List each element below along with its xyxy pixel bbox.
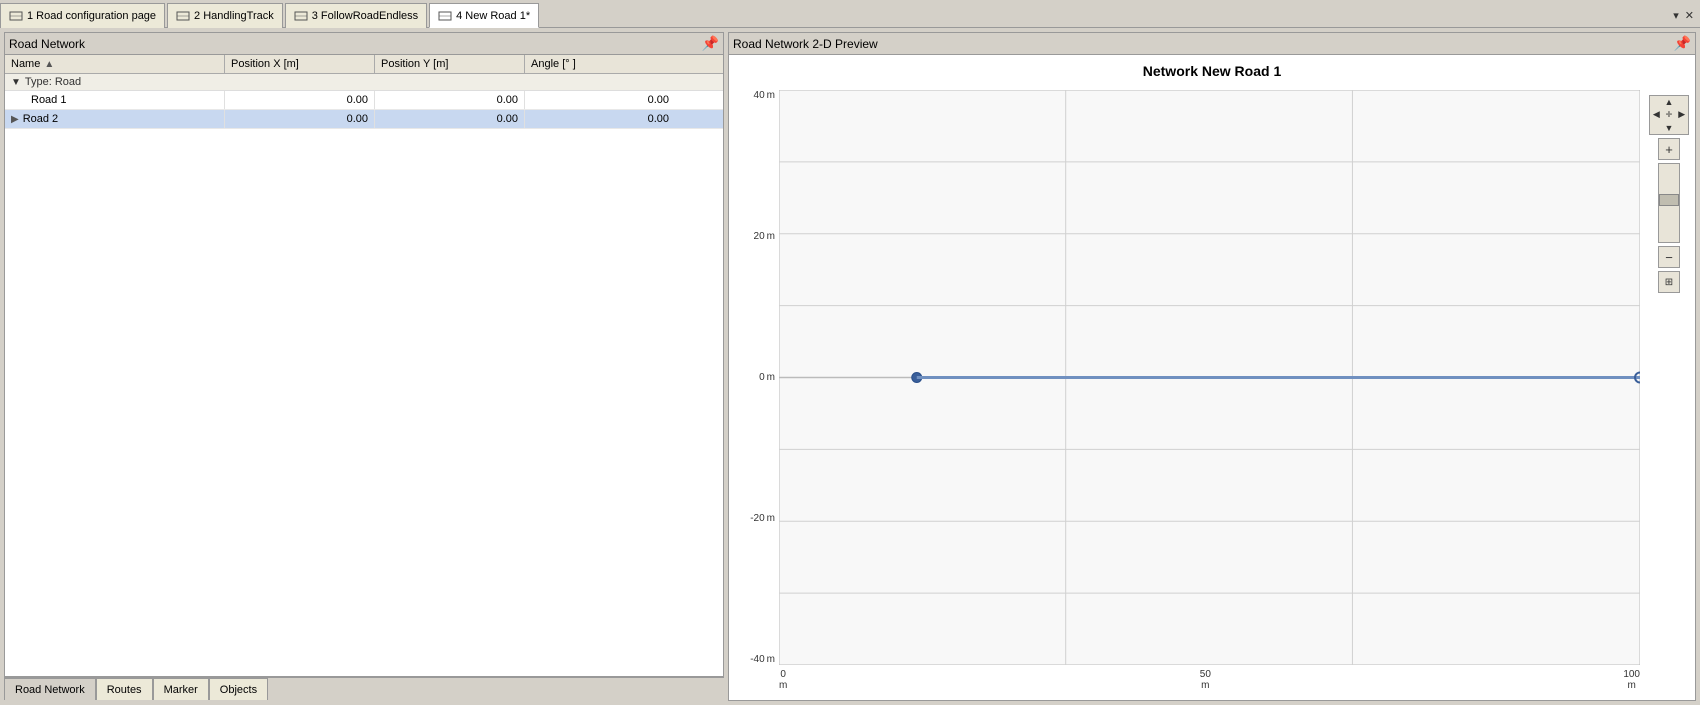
table-row[interactable]: Road 1 0.00 0.00 0.00 (5, 91, 723, 110)
handling-track-icon (176, 9, 190, 23)
pan-left[interactable]: ◀ (1650, 109, 1663, 122)
y-label-neg40: -40 m (733, 654, 775, 665)
tab-controls: ▾ ✕ (1667, 3, 1700, 27)
tab-close-btn[interactable]: ✕ (1685, 9, 1694, 22)
pan-down[interactable]: ▼ (1663, 121, 1676, 134)
col-pos-y: Position Y [m] (375, 55, 525, 73)
x-axis-labels: 0 m 50 m 100 m (779, 665, 1640, 700)
preview-pin-icon[interactable]: 📌 (1674, 35, 1691, 52)
table-header: Name ▲ Position X [m] Position Y [m] Ang… (5, 55, 723, 74)
pan-down-right (1675, 121, 1688, 134)
row2-name: ▶ Road 2 (5, 110, 225, 128)
zoom-out-btn[interactable]: − (1658, 246, 1680, 268)
preview-title-label: Road Network 2-D Preview (733, 37, 878, 51)
left-panel: Road Network 📌 Name ▲ Position X [m] Pos… (4, 32, 724, 701)
tab-handling-track-label: 2 HandlingTrack (194, 10, 274, 22)
tab-handling-track[interactable]: 2 HandlingTrack (167, 3, 283, 28)
chart-area (779, 90, 1640, 665)
col-pos-y-label: Position Y [m] (381, 58, 448, 70)
col-pos-x-label: Position X [m] (231, 58, 299, 70)
row2-angle: 0.00 (525, 110, 675, 128)
pan-up[interactable]: ▲ (1663, 96, 1676, 109)
tab-road-config-label: 1 Road configuration page (27, 10, 156, 22)
bottom-tab-objects[interactable]: Objects (209, 678, 268, 700)
pan-right[interactable]: ▶ (1675, 109, 1688, 122)
follow-road-icon (294, 9, 308, 23)
bottom-tab-road-network[interactable]: Road Network (4, 678, 96, 700)
bottom-tab-routes[interactable]: Routes (96, 678, 153, 700)
y-label-neg20: -20 m (733, 513, 775, 524)
row1-name: Road 1 (5, 91, 225, 109)
col-name-label: Name (11, 58, 40, 70)
main-content: Road Network 📌 Name ▲ Position X [m] Pos… (0, 28, 1700, 705)
grid-svg (779, 90, 1640, 665)
y-axis-labels: 40 m 20 m 0 m -20 m -40 m (729, 90, 779, 665)
pan-center[interactable]: ✛ (1663, 109, 1676, 122)
pan-up-right (1675, 96, 1688, 109)
y-label-20: 20 m (733, 231, 775, 242)
bottom-tabs: Road Network Routes Marker Objects (4, 677, 724, 701)
tab-road-config[interactable]: 1 Road configuration page (0, 3, 165, 28)
road-network-panel-header: Road Network 📌 (4, 32, 724, 54)
zoom-in-btn[interactable]: + (1658, 138, 1680, 160)
table-row[interactable]: ▶ Road 2 0.00 0.00 0.00 (5, 110, 723, 129)
road-config-icon (9, 9, 23, 23)
col-pos-x: Position X [m] (225, 55, 375, 73)
sort-arrow-icon: ▲ (44, 59, 54, 70)
y-label-40: 40 m (733, 90, 775, 101)
tab-pin-btn[interactable]: ▾ (1673, 9, 1679, 22)
row1-angle: 0.00 (525, 91, 675, 109)
x-label-0: 0 m (779, 669, 787, 691)
road-network-title: Road Network (9, 37, 85, 51)
col-angle: Angle [° ] (525, 55, 675, 73)
network-title: Network New Road 1 (729, 55, 1695, 79)
right-panel: Road Network 2-D Preview 📌 Network New R… (728, 32, 1696, 701)
bottom-tab-marker[interactable]: Marker (153, 678, 209, 700)
pan-up-left (1650, 96, 1663, 109)
zoom-controls: ▲ ◀ ✛ ▶ ▼ + − ⊞ (1649, 95, 1689, 293)
group-collapse-icon: ▼ (11, 77, 21, 88)
row2-pos-y: 0.00 (375, 110, 525, 128)
tab-new-road[interactable]: 4 New Road 1* (429, 3, 539, 28)
y-label-0: 0 m (733, 372, 775, 383)
row1-pos-y: 0.00 (375, 91, 525, 109)
tab-bar: 1 Road configuration page 2 HandlingTrac… (0, 0, 1700, 28)
row1-pos-x: 0.00 (225, 91, 375, 109)
col-angle-label: Angle [° ] (531, 58, 576, 70)
new-road-icon (438, 9, 452, 23)
preview-container: Network New Road 1 40 m 20 m 0 m -20 m (728, 54, 1696, 701)
tab-follow-road-label: 3 FollowRoadEndless (312, 10, 418, 22)
group-label: Type: Road (25, 76, 81, 88)
tab-follow-road[interactable]: 3 FollowRoadEndless (285, 3, 427, 28)
table-body: ▼ Type: Road Road 1 0.00 0.00 (5, 74, 723, 676)
row-select-icon: ▶ (11, 114, 19, 125)
zoom-slider[interactable] (1658, 163, 1680, 243)
pan-down-left (1650, 121, 1663, 134)
tab-new-road-label: 4 New Road 1* (456, 10, 530, 22)
road-network-table: Name ▲ Position X [m] Position Y [m] Ang… (4, 54, 724, 677)
group-row-road[interactable]: ▼ Type: Road (5, 74, 723, 91)
zoom-slider-thumb (1659, 194, 1679, 206)
row2-pos-x: 0.00 (225, 110, 375, 128)
x-label-100: 100 m (1623, 669, 1640, 691)
preview-panel-header: Road Network 2-D Preview 📌 (728, 32, 1696, 54)
x-label-50: 50 m (1200, 669, 1211, 691)
col-name[interactable]: Name ▲ (5, 55, 225, 73)
zoom-fit-btn[interactable]: ⊞ (1658, 271, 1680, 293)
pan-control[interactable]: ▲ ◀ ✛ ▶ ▼ (1649, 95, 1689, 135)
panel-pin-icon[interactable]: 📌 (702, 35, 719, 52)
